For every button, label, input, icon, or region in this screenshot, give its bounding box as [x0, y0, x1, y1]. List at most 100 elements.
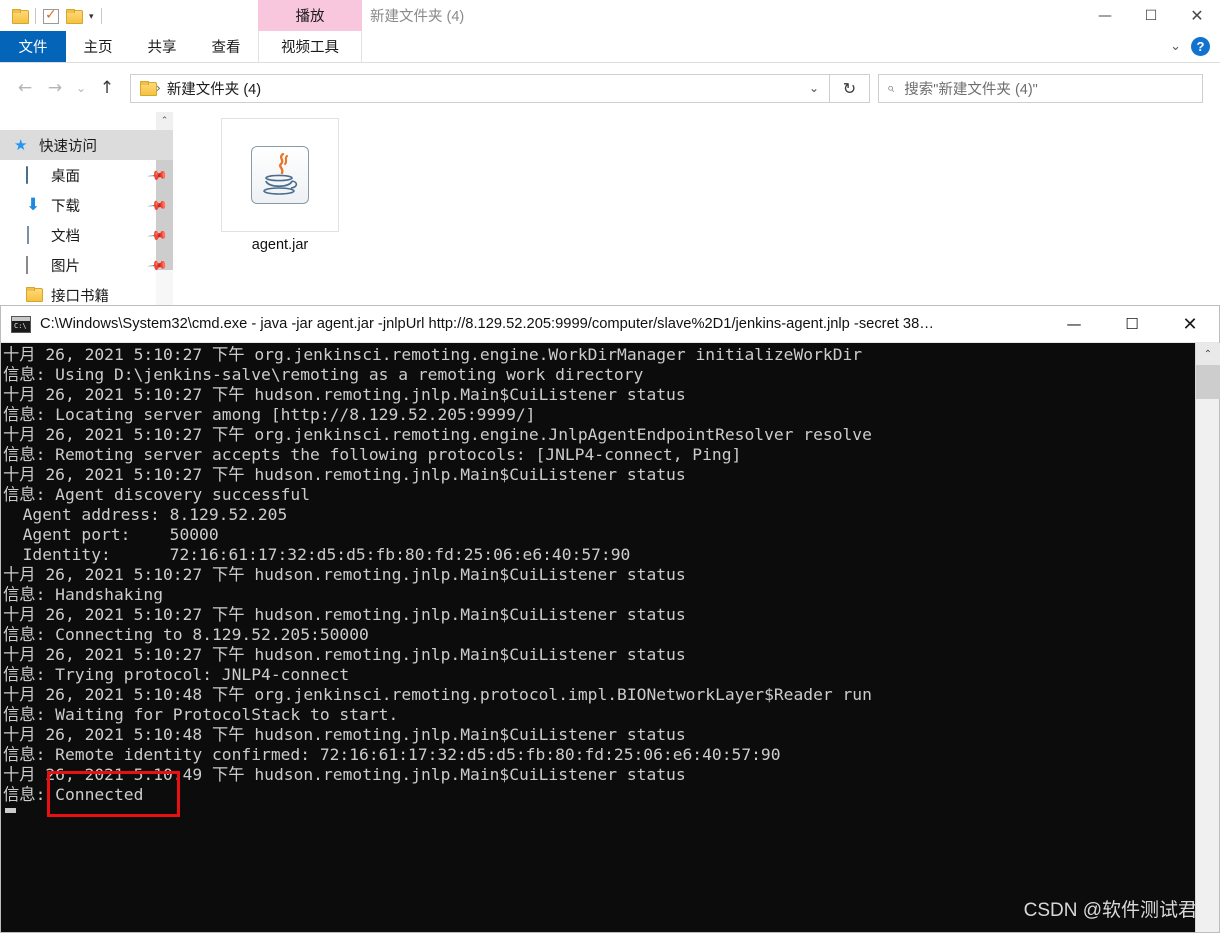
- file-item-agent-jar[interactable]: agent.jar: [220, 118, 340, 253]
- console-line: 十月 26, 2021 5:10:27 下午 hudson.remoting.j…: [3, 385, 686, 404]
- desktop-icon: [26, 166, 28, 184]
- search-icon: ⌕: [887, 80, 895, 96]
- console-line: 信息: Connected: [3, 785, 144, 804]
- java-cup-icon: [263, 174, 298, 195]
- address-bar[interactable]: › 新建文件夹 (4) ⌄: [130, 73, 830, 103]
- sidebar-scroll-up-icon[interactable]: ⌃: [156, 112, 173, 130]
- console-line: 十月 26, 2021 5:10:49 下午 hudson.remoting.j…: [3, 765, 686, 784]
- console-line: 十月 26, 2021 5:10:27 下午 hudson.remoting.j…: [3, 605, 686, 624]
- console-line: 信息: Remote identity confirmed: 72:16:61:…: [3, 745, 781, 764]
- new-folder-icon[interactable]: [66, 9, 83, 24]
- ribbon-tab-home[interactable]: 主页: [66, 31, 130, 62]
- java-steam-icon: [278, 153, 289, 175]
- console-line: 十月 26, 2021 5:10:27 下午 hudson.remoting.j…: [3, 565, 686, 584]
- console-scrollbar-thumb[interactable]: [1196, 365, 1220, 399]
- quick-access-star-icon: ★: [14, 136, 28, 154]
- back-button[interactable]: ←: [10, 73, 40, 103]
- pin-icon[interactable]: 📌: [146, 195, 168, 217]
- console-title-bar: C:\Windows\System32\cmd.exe - java -jar …: [1, 306, 1219, 343]
- pin-icon[interactable]: 📌: [146, 165, 168, 187]
- minimize-button[interactable]: —: [1045, 306, 1103, 343]
- scroll-up-icon[interactable]: ⌃: [1196, 343, 1220, 365]
- ribbon-tab-file[interactable]: 文件: [0, 31, 66, 62]
- sidebar-item-label: 下载: [51, 198, 80, 215]
- console-cursor: [5, 808, 16, 813]
- help-icon[interactable]: ?: [1191, 37, 1210, 56]
- ribbon-tab-view[interactable]: 查看: [194, 31, 258, 62]
- watermark: CSDN @软件测试君: [1023, 900, 1197, 921]
- console-scrollbar[interactable]: ⌃: [1195, 343, 1220, 932]
- sidebar-item-label: 接口书籍: [51, 288, 109, 305]
- properties-checkbox-icon[interactable]: [43, 7, 59, 24]
- pin-icon[interactable]: 📌: [146, 225, 168, 247]
- sidebar-item-label: 快速访问: [39, 138, 97, 155]
- console-output[interactable]: 十月 26, 2021 5:10:27 下午 org.jenkinsci.rem…: [1, 343, 1195, 932]
- customize-caret-icon[interactable]: ▾: [89, 11, 94, 22]
- tab-playback[interactable]: 播放: [258, 0, 362, 31]
- breadcrumb[interactable]: › 新建文件夹 (4): [156, 78, 261, 99]
- close-button[interactable]: ✕: [1161, 306, 1219, 343]
- file-list-pane[interactable]: agent.jar: [173, 112, 1220, 312]
- console-line: 信息: Agent discovery successful: [3, 485, 311, 504]
- console-line: 信息: Locating server among [http://8.129.…: [3, 405, 536, 424]
- recent-locations-icon[interactable]: ⌄: [70, 73, 92, 103]
- sidebar-item-label: 图片: [51, 258, 80, 275]
- explorer-navigation-bar: ← → ⌄ ↑ › 新建文件夹 (4) ⌄ ↻ ⌕ 搜索"新建文件夹 (4)": [0, 64, 1220, 112]
- console-line: 十月 26, 2021 5:10:48 下午 hudson.remoting.j…: [3, 725, 686, 744]
- sidebar-item-quick-access[interactable]: ★ 快速访问: [0, 130, 173, 160]
- search-input[interactable]: ⌕ 搜索"新建文件夹 (4)": [878, 73, 1203, 103]
- console-line: 十月 26, 2021 5:10:27 下午 hudson.remoting.j…: [3, 645, 686, 664]
- file-thumbnail: [221, 118, 339, 232]
- console-window-title: C:\Windows\System32\cmd.exe - java -jar …: [40, 316, 934, 332]
- maximize-button[interactable]: ☐: [1103, 306, 1161, 343]
- sidebar-item-downloads[interactable]: ⬇ 下载 📌: [0, 190, 173, 220]
- console-line: 信息: Waiting for ProtocolStack to start.: [3, 705, 399, 724]
- file-explorer-window: ▾ 播放 新建文件夹 (4) — ☐ ✕ 文件 主页 共享 查看 视频工具 ⌄ …: [0, 0, 1220, 312]
- screen-root: ▾ 播放 新建文件夹 (4) — ☐ ✕ 文件 主页 共享 查看 视频工具 ⌄ …: [0, 0, 1220, 933]
- toolbar-divider: [35, 8, 36, 24]
- console-window-controls: — ☐ ✕: [1045, 306, 1219, 343]
- folder-icon[interactable]: [12, 9, 29, 24]
- console-line: 信息: Connecting to 8.129.52.205:50000: [3, 625, 369, 644]
- console-line: 十月 26, 2021 5:10:48 下午 org.jenkinsci.rem…: [3, 685, 872, 704]
- sidebar-item-pictures[interactable]: 图片 📌: [0, 250, 173, 280]
- chevron-down-icon[interactable]: ⌄: [1170, 39, 1181, 54]
- sidebar-item-documents[interactable]: 文档 📌: [0, 220, 173, 250]
- sidebar-item-desktop[interactable]: 桌面 📌: [0, 160, 173, 190]
- pin-icon[interactable]: 📌: [146, 255, 168, 277]
- explorer-window-controls: — ☐ ✕: [1082, 0, 1220, 31]
- explorer-body: ⌃ ★ 快速访问 桌面 📌 ⬇ 下载 📌 文档 📌 图片 📌 接口书籍 agen…: [0, 112, 1220, 312]
- console-line: Identity: 72:16:61:17:32:d5:d5:fb:80:fd:…: [3, 545, 631, 564]
- sidebar-item-label: 桌面: [51, 168, 80, 185]
- console-line: 十月 26, 2021 5:10:27 下午 org.jenkinsci.rem…: [3, 425, 872, 444]
- breadcrumb-current-folder[interactable]: 新建文件夹 (4): [167, 78, 261, 99]
- forward-button[interactable]: →: [40, 73, 70, 103]
- quick-access-toolbar: ▾: [12, 6, 109, 26]
- documents-icon: [27, 226, 29, 244]
- file-name-label: agent.jar: [251, 237, 309, 253]
- console-line: 十月 26, 2021 5:10:27 下午 hudson.remoting.j…: [3, 465, 686, 484]
- console-line: 信息: Using D:\jenkins-salve\remoting as a…: [3, 365, 644, 384]
- minimize-button[interactable]: —: [1082, 0, 1128, 31]
- ribbon-tab-video-tools[interactable]: 视频工具: [258, 31, 362, 62]
- java-jar-icon: [251, 146, 309, 204]
- folder-icon: [26, 287, 43, 302]
- ribbon-right-controls: ⌄ ?: [1170, 31, 1220, 62]
- console-line: 信息: Trying protocol: JNLP4-connect: [3, 665, 350, 684]
- navigation-pane: ⌃ ★ 快速访问 桌面 📌 ⬇ 下载 📌 文档 📌 图片 📌 接口书籍: [0, 112, 173, 312]
- console-line: 十月 26, 2021 5:10:27 下午 org.jenkinsci.rem…: [3, 345, 863, 364]
- explorer-window-title: 新建文件夹 (4): [370, 9, 465, 25]
- console-line: 信息: Remoting server accepts the followin…: [3, 445, 742, 464]
- ribbon-tab-strip: 文件 主页 共享 查看 视频工具 ⌄ ?: [0, 31, 1220, 63]
- maximize-button[interactable]: ☐: [1128, 0, 1174, 31]
- explorer-title-bar: ▾ 播放 新建文件夹 (4) — ☐ ✕: [0, 0, 1220, 31]
- refresh-button[interactable]: ↻: [830, 73, 870, 103]
- downloads-icon: ⬇: [26, 195, 41, 215]
- search-placeholder: 搜索"新建文件夹 (4)": [904, 81, 1038, 98]
- pictures-icon: [26, 256, 28, 274]
- address-dropdown-icon[interactable]: ⌄: [801, 75, 827, 102]
- close-button[interactable]: ✕: [1174, 0, 1220, 31]
- up-button[interactable]: ↑: [92, 73, 122, 103]
- ribbon-tab-share[interactable]: 共享: [130, 31, 194, 62]
- cmd-prompt-icon: [11, 315, 31, 333]
